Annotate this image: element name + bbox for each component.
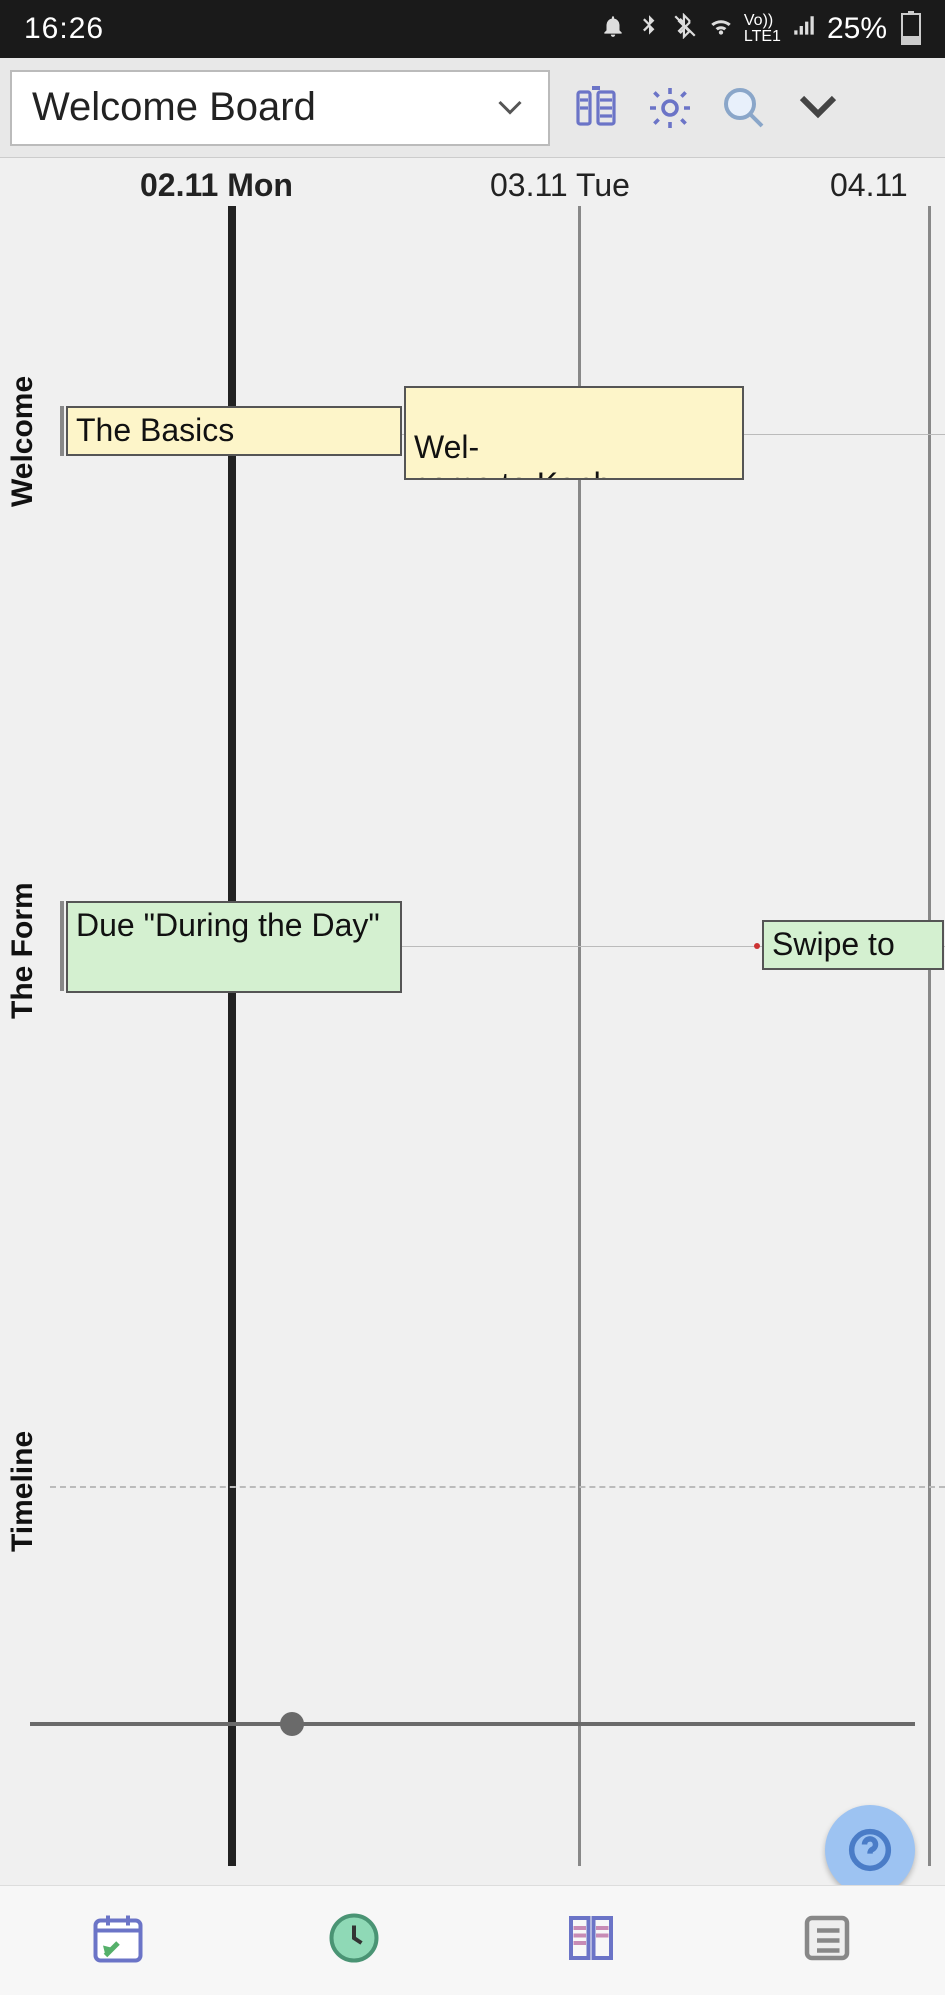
help-icon bbox=[848, 1828, 892, 1872]
row-label-welcome: Welcome bbox=[6, 361, 40, 521]
battery-icon bbox=[901, 13, 921, 45]
row-dline-timeline bbox=[50, 1486, 945, 1488]
board-dropdown-label: Welcome Board bbox=[32, 85, 316, 130]
card-due-during[interactable]: Due "During the Day" bbox=[66, 901, 402, 993]
scrubber-thumb[interactable] bbox=[280, 1712, 304, 1736]
card-red-dot bbox=[754, 943, 760, 949]
date-col-2: 03.11 Tue bbox=[490, 167, 630, 204]
day-line-3 bbox=[928, 206, 931, 1866]
nav-clock[interactable] bbox=[324, 1908, 384, 1973]
card-text: Swipe to bbox=[772, 926, 895, 962]
mute-icon bbox=[672, 13, 698, 46]
card-the-basics[interactable]: The Basics bbox=[66, 406, 402, 456]
card-swipe-to[interactable]: Swipe to bbox=[762, 920, 944, 970]
nav-board[interactable] bbox=[561, 1908, 621, 1973]
card-text: Due "During the Day" bbox=[76, 907, 380, 943]
wifi-icon bbox=[708, 13, 734, 46]
row-label-theform: The Form bbox=[6, 861, 40, 1041]
timeline-canvas[interactable]: Welcome The Form Timeline The Basics Wel… bbox=[0, 206, 945, 1866]
alarm-icon bbox=[600, 13, 626, 46]
card-text: The Basics bbox=[76, 412, 234, 448]
columns-icon[interactable] bbox=[568, 80, 624, 136]
chevron-down-icon bbox=[492, 90, 528, 126]
help-fab[interactable] bbox=[825, 1805, 915, 1895]
card-edge-marker bbox=[60, 901, 64, 991]
bluetooth-icon bbox=[636, 13, 662, 46]
android-status-bar: 16:26 Vo))LTE1 25% bbox=[0, 0, 945, 58]
row-label-timeline: Timeline bbox=[6, 1401, 40, 1581]
date-col-3: 04.11 bbox=[830, 167, 908, 204]
timeline-scrubber[interactable] bbox=[30, 1722, 915, 1726]
signal-icon bbox=[791, 13, 817, 46]
search-icon[interactable] bbox=[716, 80, 772, 136]
battery-pct: 25% bbox=[827, 12, 887, 46]
app-toolbar: Welcome Board bbox=[0, 58, 945, 158]
date-header-row: 02.11 Mon 03.11 Tue 04.11 bbox=[0, 158, 945, 206]
date-col-1: 02.11 Mon bbox=[140, 167, 293, 204]
card-edge-marker bbox=[60, 406, 64, 456]
board-dropdown[interactable]: Welcome Board bbox=[10, 70, 550, 146]
nav-list[interactable] bbox=[797, 1908, 857, 1973]
network-label: Vo))LTE1 bbox=[744, 13, 781, 45]
nav-calendar[interactable] bbox=[88, 1908, 148, 1973]
collapse-toolbar-chevron-icon[interactable] bbox=[790, 80, 846, 136]
status-time: 16:26 bbox=[24, 12, 104, 46]
gear-icon[interactable] bbox=[642, 80, 698, 136]
bottom-nav bbox=[0, 1885, 945, 1995]
status-right-cluster: Vo))LTE1 25% bbox=[600, 12, 921, 46]
card-welcome-kanb[interactable]: Wel- come to Kanb…- bbox=[404, 386, 744, 480]
card-text: Wel- come to Kanb…- bbox=[414, 429, 654, 480]
